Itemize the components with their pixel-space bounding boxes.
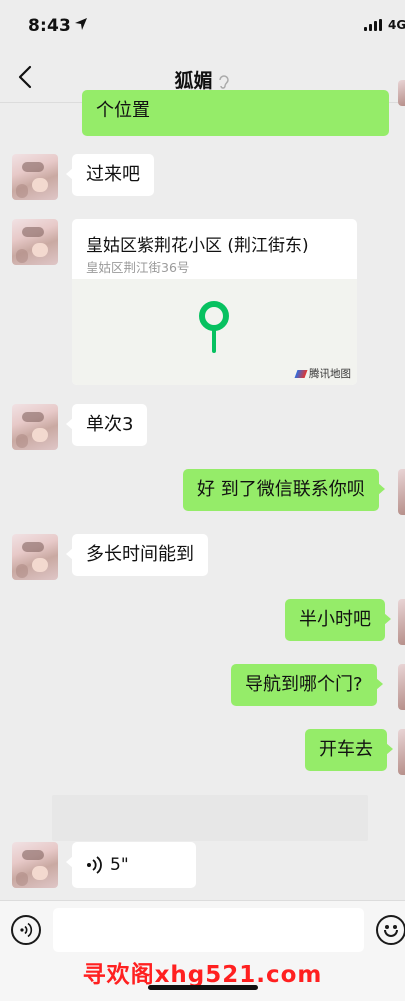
- my-avatar[interactable]: [398, 599, 405, 645]
- status-time: 8:43: [28, 16, 72, 36]
- message-text: 个位置: [96, 100, 150, 121]
- contact-avatar[interactable]: [12, 534, 58, 580]
- message-sent[interactable]: 开车去: [305, 729, 393, 771]
- location-map[interactable]: 腾讯地图: [72, 279, 357, 385]
- message-received[interactable]: 过来吧: [66, 154, 154, 196]
- location-arrow-icon: [75, 18, 87, 30]
- contact-avatar[interactable]: [12, 219, 58, 265]
- map-provider-logo: 腾讯地图: [294, 366, 351, 381]
- voice-input-button[interactable]: [11, 915, 41, 945]
- home-indicator[interactable]: [148, 985, 258, 990]
- voice-wave-icon: [87, 856, 102, 874]
- emoji-mouth-icon: [384, 930, 398, 937]
- emoji-eye-icon: [393, 925, 397, 929]
- message-text: 开车去: [319, 739, 373, 760]
- my-avatar[interactable]: [398, 664, 405, 710]
- my-avatar[interactable]: [398, 729, 405, 775]
- emoji-button[interactable]: [376, 915, 405, 945]
- ear-icon: [218, 74, 229, 89]
- map-provider-text: 腾讯地图: [309, 368, 351, 380]
- message-text: 导航到哪个门?: [245, 674, 363, 695]
- voice-duration: 5": [110, 855, 129, 875]
- message-sent[interactable]: 导航到哪个门?: [231, 664, 383, 706]
- voice-message[interactable]: 5": [66, 842, 196, 888]
- message-placeholder: [52, 795, 368, 841]
- message-text: 半小时吧: [299, 609, 371, 630]
- location-address: 皇姑区荆江街36号: [86, 260, 190, 275]
- my-avatar[interactable]: [398, 469, 405, 515]
- message-sent[interactable]: 好 到了微信联系你呗: [183, 469, 385, 511]
- message-sent[interactable]: 个位置: [82, 90, 389, 136]
- location-card[interactable]: 皇姑区紫荆花小区 (荆江街东) 皇姑区荆江街36号 腾讯地图: [72, 219, 357, 385]
- message-text: 好 到了微信联系你呗: [197, 479, 365, 500]
- message-text: 单次3: [86, 414, 134, 435]
- contact-avatar[interactable]: [12, 842, 58, 888]
- message-input[interactable]: [53, 908, 364, 952]
- message-received[interactable]: 多长时间能到: [66, 534, 208, 576]
- watermark: 寻欢阁xhg521.com: [82, 962, 323, 988]
- location-name: 皇姑区紫荆花小区 (荆江街东): [86, 236, 309, 256]
- my-avatar[interactable]: [398, 80, 405, 106]
- map-pin-icon: [199, 301, 229, 353]
- message-received[interactable]: 单次3: [65, 404, 148, 446]
- chat-title: 狐媚: [0, 66, 405, 93]
- contact-avatar[interactable]: [12, 404, 58, 450]
- contact-avatar[interactable]: [12, 154, 58, 200]
- message-text: 过来吧: [86, 164, 140, 185]
- network-type: 4G: [388, 18, 405, 32]
- message-text: 多长时间能到: [86, 544, 194, 565]
- tencent-map-icon: [294, 370, 308, 378]
- emoji-eye-icon: [385, 925, 389, 929]
- signal-icon: [364, 19, 384, 31]
- voice-input-icon: [20, 922, 33, 938]
- chat-title-text: 狐媚: [174, 70, 213, 92]
- message-sent[interactable]: 半小时吧: [285, 599, 391, 641]
